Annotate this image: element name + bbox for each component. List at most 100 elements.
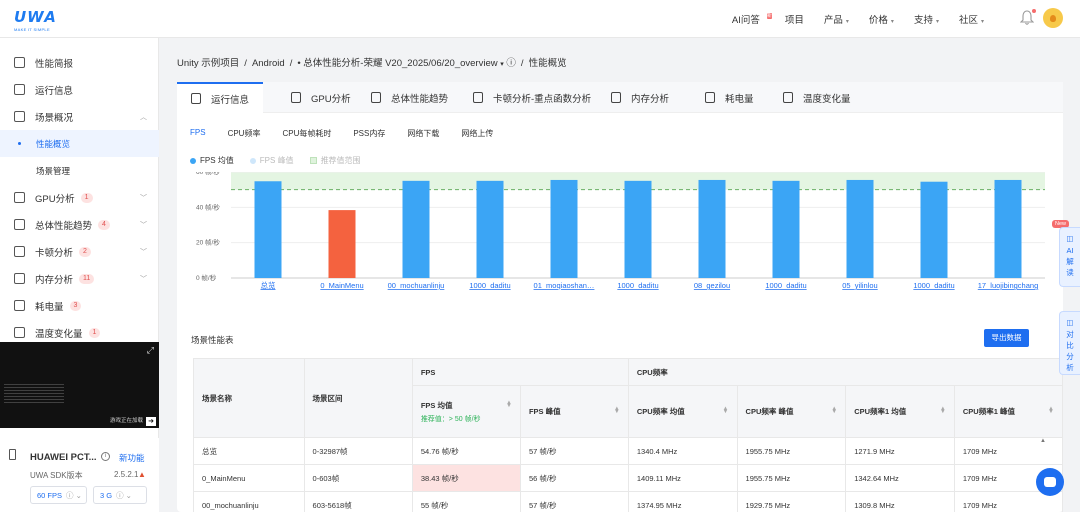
ai-interpret-button[interactable]: ◫ AI解读 — [1059, 227, 1080, 287]
sort-icon[interactable]: ▲▼ — [831, 406, 837, 412]
main-card: 运行信息 GPU分析 总体性能趋势 卡顿分析-重点函数分析 内存分析 耗电量 温度变化量 F… — [177, 82, 1064, 512]
sidebar-item-label: 场景概况 — [35, 112, 74, 124]
chevron-down-icon[interactable]: ﹀ — [140, 247, 147, 257]
y-tick-label: 20 帧/秒 — [196, 238, 220, 247]
sidebar-item-label: 内存分析 — [35, 274, 74, 286]
chart-bar — [920, 181, 948, 278]
sort-icon[interactable]: ▲▼ — [723, 406, 729, 412]
chevron-up-icon[interactable]: ︿ — [140, 112, 147, 122]
chatbot-icon[interactable] — [1036, 468, 1064, 496]
scroll-up-icon[interactable]: ▲ — [1040, 438, 1046, 444]
metric-tab[interactable]: FPS — [190, 128, 206, 139]
chevron-down-icon[interactable]: ﹀ — [140, 274, 147, 284]
nav-item[interactable]: 产品 ▾ — [824, 12, 849, 26]
x-tick-label[interactable]: 1000_daditu — [617, 281, 658, 290]
table-row[interactable]: 总览 0-32987帧 54.76 帧/秒 57 帧/秒 1340.4 MHz 1955.… — [193, 437, 1064, 465]
memory-select[interactable]: 3 G ⓘ ⌄ — [93, 486, 147, 504]
sort-icon[interactable]: ▲▼ — [506, 400, 512, 406]
stutter-icon — [473, 92, 483, 103]
uwa-logo[interactable]: UWA MAKE IT SIMPLE — [14, 8, 57, 32]
metric-tab[interactable]: 网络上传 — [461, 128, 493, 139]
chevron-down-icon: ▾ — [845, 19, 849, 25]
metric-tab[interactable]: 网络下载 — [407, 128, 439, 139]
x-tick-label[interactable]: 00_mochuanlinju — [388, 281, 445, 290]
x-tick-label[interactable]: 05_yilinlou — [842, 281, 877, 290]
legend-avg[interactable]: FPS 均值 — [190, 155, 234, 166]
tab-item[interactable]: GPU分析 — [277, 82, 357, 113]
info-icon[interactable]: ⓘ — [506, 58, 516, 69]
info-icon[interactable]: i — [101, 452, 110, 461]
replay-video[interactable]: ⤢ 游戏正在加载 ➜ — [0, 342, 159, 428]
metric-tab[interactable]: CPU每帧耗时 — [282, 128, 331, 139]
tab-item[interactable]: 耗电量 — [691, 82, 769, 113]
chevron-down-icon[interactable]: ﹀ — [140, 193, 147, 203]
tab-item[interactable]: 温度变化量 — [769, 82, 869, 113]
x-tick-label[interactable]: 1000_daditu — [469, 281, 510, 290]
sidebar-item[interactable]: 总体性能趋势 4 ﹀ — [0, 211, 159, 238]
x-tick-label[interactable]: 1000_daditu — [913, 281, 954, 290]
table-cell: 55 帧/秒 — [411, 491, 521, 512]
column-header[interactable]: ▲▼ CPU频率1 峰值 — [953, 385, 1064, 438]
compare-button[interactable]: ◫ 对比分析 — [1059, 311, 1080, 375]
tab-item[interactable]: 内存分析 — [597, 82, 691, 113]
sidebar-item[interactable]: 性能简报 — [0, 49, 159, 76]
sidebar-item[interactable]: 耗电量 3 — [0, 292, 159, 319]
new-badge: 新 — [766, 13, 772, 19]
video-log-text — [4, 384, 64, 404]
new-feature-link[interactable]: 新功能 — [119, 452, 145, 464]
sidebar-item[interactable]: 内存分析 11 ﹀ — [0, 265, 159, 292]
table-row[interactable]: 0_MainMenu 0-603帧 38.43 帧/秒 56 帧/秒 1409.11 M… — [193, 464, 1064, 492]
nav-item[interactable]: 支持 ▾ — [914, 12, 939, 26]
nav-item[interactable]: AI问答新 — [732, 12, 772, 26]
column-header[interactable]: ▲▼ CPU频率1 均值 — [845, 385, 955, 438]
table-row[interactable]: 00_mochuanlinju 603-5618帧 55 帧/秒 57 帧/秒 1374… — [193, 491, 1064, 512]
tab-item[interactable]: 卡顿分析-重点函数分析 — [459, 82, 597, 113]
logo-tagline: MAKE IT SIMPLE — [14, 27, 50, 32]
column-header[interactable]: ▲▼ CPU频率 峰值 — [736, 385, 847, 438]
metric-tab[interactable]: CPU频率 — [228, 128, 261, 139]
sidebar-item[interactable]: 运行信息 — [0, 76, 159, 103]
avatar[interactable] — [1043, 8, 1063, 28]
nav-item[interactable]: 价格 ▾ — [869, 12, 894, 26]
nav-item[interactable]: 项目 — [785, 12, 804, 26]
x-tick-label[interactable]: 总览 — [261, 280, 276, 290]
device-panel: HUAWEI PCT... i 新功能 UWA SDK版本 2.5.2.1 ▲ … — [0, 438, 159, 512]
chart-bar — [846, 179, 874, 278]
next-icon[interactable]: ➜ — [146, 417, 156, 426]
sidebar-item[interactable]: 卡顿分析 2 ﹀ — [0, 238, 159, 265]
x-tick-label[interactable]: 17_luojibingchang — [978, 281, 1038, 290]
sidebar-subitem[interactable]: 性能概览 — [0, 130, 159, 157]
column-header[interactable]: ▲▼ FPS 峰值 — [519, 385, 629, 438]
column-header[interactable]: ▲▼ CPU频率 均值 — [627, 385, 738, 438]
x-tick-label[interactable]: 0_MainMenu — [320, 281, 363, 290]
nav-item[interactable]: 社区 ▾ — [959, 12, 984, 26]
sort-icon[interactable]: ▲▼ — [940, 406, 946, 412]
legend-peak[interactable]: FPS 峰值 — [249, 155, 294, 166]
sidebar-item[interactable]: GPU分析 1 ﹀ — [0, 184, 159, 211]
top-bar: UWA MAKE IT SIMPLE AI问答新项目 产品 ▾ 价格 ▾ 支持 ▾ 社区 ▾ — [0, 0, 1080, 38]
chevron-down-icon[interactable]: ﹀ — [140, 220, 147, 230]
breadcrumb-report[interactable]: 总体性能分析-荣耀 V20_2025/06/20_overview — [303, 58, 497, 69]
legend-range[interactable]: 推荐值范围 — [309, 155, 361, 166]
tab-item[interactable]: 运行信息 — [177, 82, 263, 113]
table-cell: 1955.75 MHz — [736, 464, 847, 492]
breadcrumb-project[interactable]: Unity 示例项目 — [177, 58, 239, 69]
expand-icon[interactable]: ⤢ — [147, 345, 154, 356]
bell-icon[interactable] — [1020, 10, 1034, 26]
sort-icon[interactable]: ▲▼ — [1048, 406, 1054, 412]
column-header[interactable]: ▲▼ FPS 均值 推荐值：> 50 帧/秒 — [411, 385, 521, 438]
x-tick-label[interactable]: 08_gezilou — [694, 281, 730, 290]
dropdown-icon[interactable]: ▾ — [500, 61, 504, 68]
table-cell: 1342.64 MHz — [845, 464, 955, 492]
x-tick-label[interactable]: 01_moqiaoshan… — [534, 281, 595, 290]
export-button[interactable]: 导出数据 — [984, 329, 1029, 347]
fps-select[interactable]: 60 FPS ⓘ ⌄ — [30, 486, 87, 504]
sort-icon[interactable]: ▲▼ — [614, 406, 620, 412]
sidebar-item[interactable]: 场景概况 ︿ — [0, 103, 159, 130]
tab-item[interactable]: 总体性能趋势 — [357, 82, 459, 113]
sidebar-subitem[interactable]: 场景管理 — [0, 157, 159, 184]
x-tick-label[interactable]: 1000_daditu — [765, 281, 806, 290]
metric-tab[interactable]: PSS内存 — [353, 128, 385, 139]
breadcrumb-platform[interactable]: Android — [252, 58, 285, 69]
nav-item-label: 价格 — [868, 15, 888, 26]
